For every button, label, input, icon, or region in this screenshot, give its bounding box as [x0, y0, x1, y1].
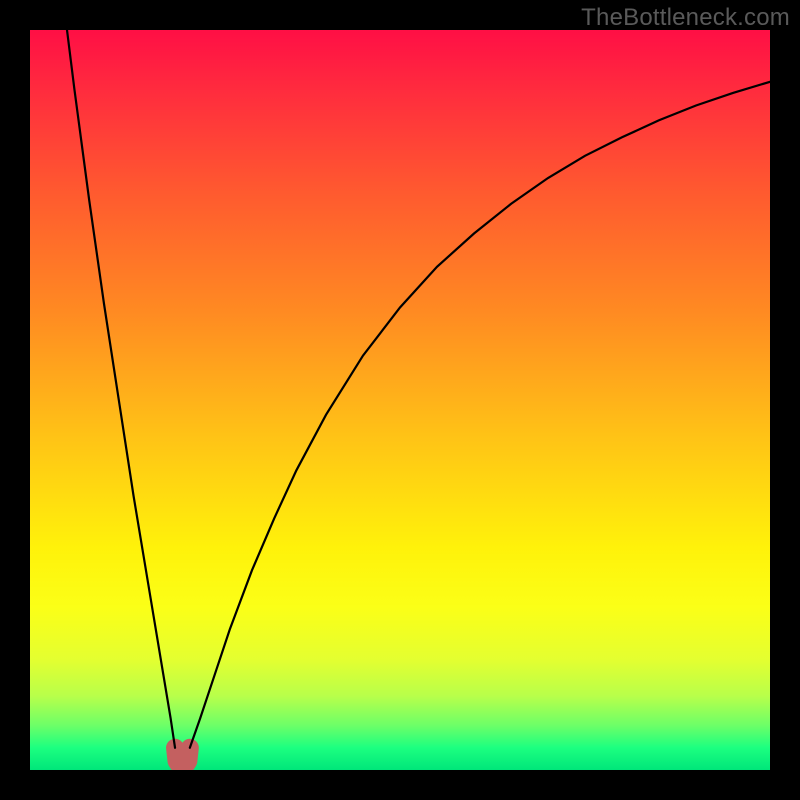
watermark-text: TheBottleneck.com — [581, 4, 790, 32]
bottom-marker — [175, 748, 190, 767]
plot-area — [30, 30, 770, 770]
right-branch-curve — [190, 82, 770, 748]
left-branch-curve — [67, 30, 175, 748]
curve-overlay — [30, 30, 770, 770]
chart-container: TheBottleneck.com — [0, 0, 800, 800]
